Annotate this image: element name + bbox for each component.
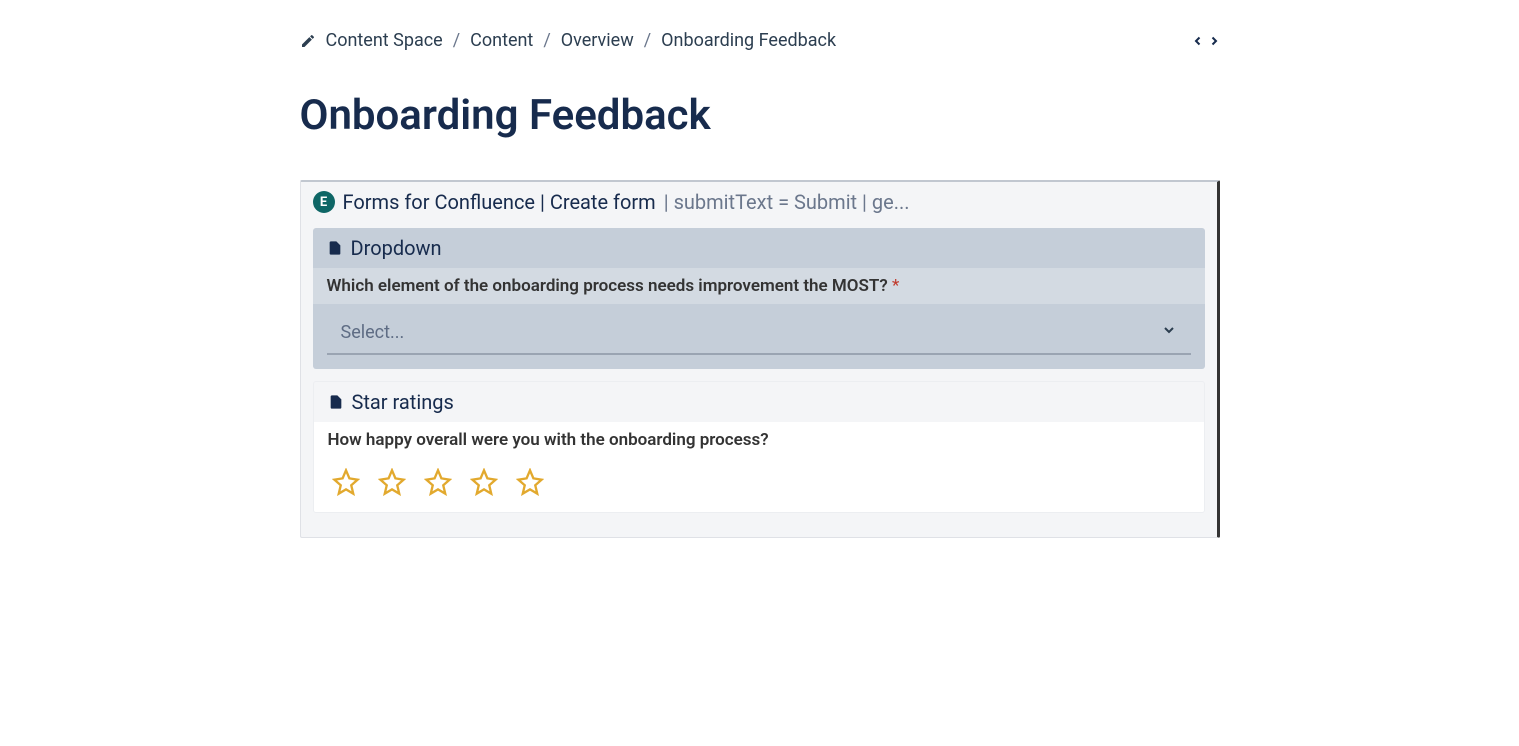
star-rating-input[interactable] — [314, 458, 1204, 512]
form-block-star-ratings[interactable]: Star ratings How happy overall were you … — [313, 381, 1205, 513]
block-type-label: Dropdown — [351, 236, 442, 260]
field-label: How happy overall were you with the onbo… — [314, 422, 1204, 458]
arrow-left-icon — [1192, 34, 1204, 48]
breadcrumb-separator: / — [543, 30, 550, 51]
file-icon — [327, 239, 343, 257]
chevron-down-icon — [1161, 322, 1177, 343]
file-icon — [328, 393, 344, 411]
required-indicator: * — [892, 276, 899, 296]
breadcrumb: Content Space / Content / Overview / Onb… — [300, 30, 837, 51]
forms-macro[interactable]: E Forms for Confluence | Create form | s… — [300, 180, 1220, 538]
block-header: Dropdown — [313, 228, 1205, 268]
breadcrumb-item-2[interactable]: Overview — [561, 30, 634, 51]
dropdown-select[interactable]: Select... — [327, 312, 1191, 355]
block-type-label: Star ratings — [352, 390, 454, 414]
dropdown-placeholder: Select... — [341, 322, 405, 343]
breadcrumb-separator: / — [644, 30, 651, 51]
page-title: Onboarding Feedback — [300, 91, 1220, 140]
macro-header: E Forms for Confluence | Create form | s… — [301, 182, 1217, 222]
breadcrumb-separator: / — [453, 30, 460, 51]
arrow-right-icon — [1208, 34, 1220, 48]
edit-icon[interactable] — [300, 33, 316, 49]
breadcrumb-item-3: Onboarding Feedback — [661, 30, 836, 51]
star-5[interactable] — [516, 468, 544, 496]
macro-name: Forms for Confluence | Create form — [343, 190, 656, 214]
macro-params: | submitText = Submit | ge... — [664, 190, 910, 214]
forms-macro-icon: E — [313, 191, 335, 213]
star-2[interactable] — [378, 468, 406, 496]
star-3[interactable] — [424, 468, 452, 496]
breadcrumb-item-1[interactable]: Content — [470, 30, 533, 51]
form-block-dropdown[interactable]: Dropdown Which element of the onboarding… — [313, 228, 1205, 369]
page-width-toggle[interactable] — [1192, 34, 1220, 48]
block-header: Star ratings — [314, 382, 1204, 422]
breadcrumb-item-0[interactable]: Content Space — [326, 30, 443, 51]
star-1[interactable] — [332, 468, 360, 496]
field-label: Which element of the onboarding process … — [313, 268, 1205, 304]
star-4[interactable] — [470, 468, 498, 496]
